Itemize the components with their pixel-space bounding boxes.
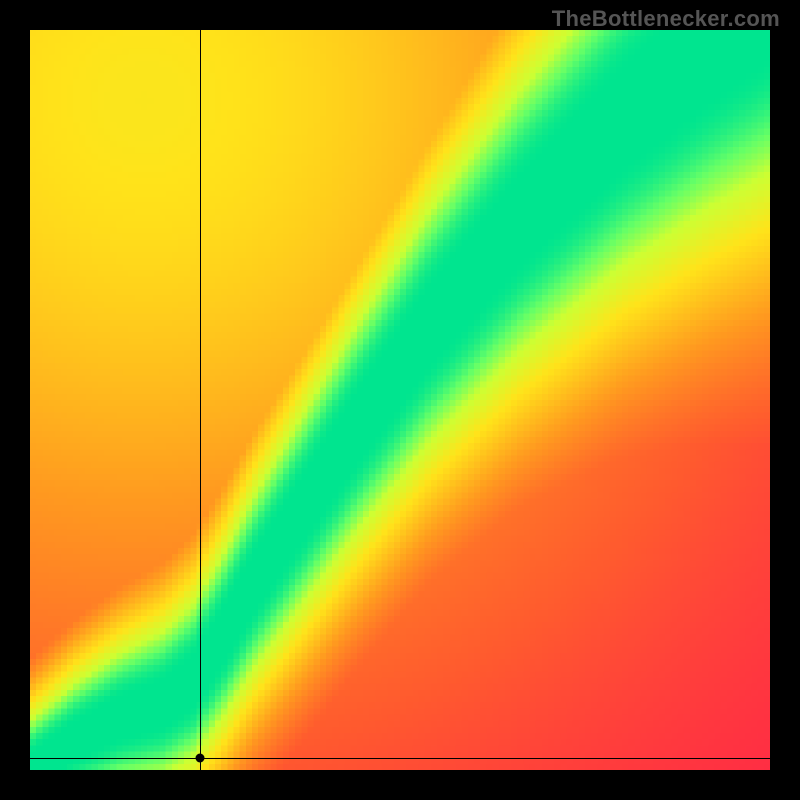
chart-frame: TheBottlenecker.com bbox=[0, 0, 800, 800]
marker-dot bbox=[196, 754, 205, 763]
plot-area bbox=[30, 30, 770, 770]
axis-x-line bbox=[30, 758, 770, 759]
axis-y-line bbox=[200, 30, 201, 770]
heatmap-canvas bbox=[30, 30, 770, 770]
attribution-text: TheBottlenecker.com bbox=[552, 6, 780, 32]
